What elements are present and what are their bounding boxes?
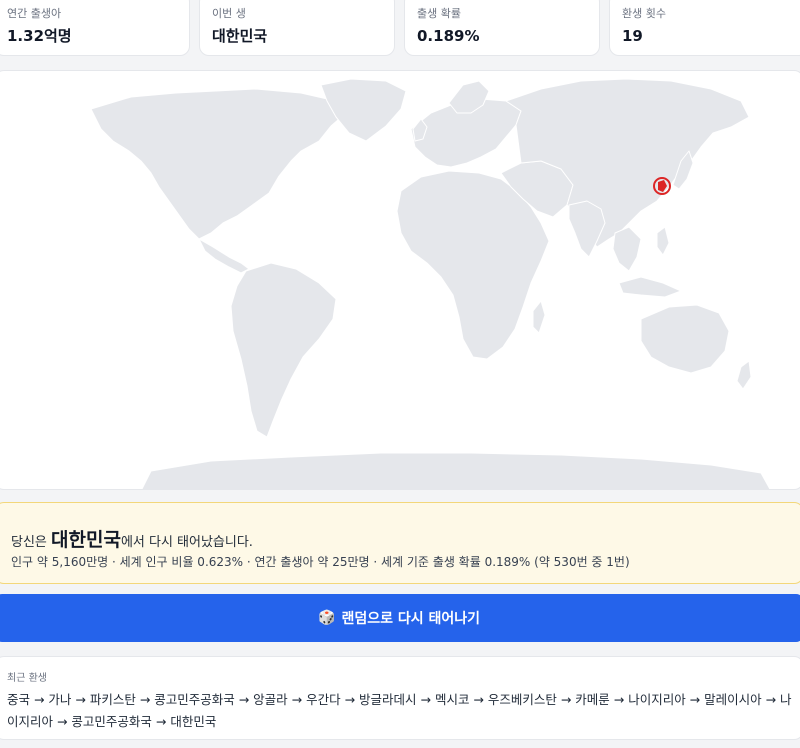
region-india xyxy=(568,200,606,258)
result-country: 대한민국 xyxy=(51,529,121,551)
history-title: 최근 환생 xyxy=(7,673,47,684)
stat-card-birth-probability: 출생 확률 0.189% xyxy=(404,0,600,56)
world-map-svg xyxy=(90,78,771,489)
region-southeast-asia xyxy=(612,226,642,272)
region-new-zealand xyxy=(736,360,752,390)
stat-card-annual-births: 연간 출생아 1.32억명 xyxy=(0,0,190,56)
history-path: 중국 → 가나 → 파키스탄 → 콩고민주공화국 → 앙골라 → 우간다 → 방… xyxy=(7,692,792,729)
stat-value: 0.189% xyxy=(417,27,480,45)
result-details: 인구 약 5,160만명 · 세계 인구 비율 0.623% · 연간 출생아 … xyxy=(11,555,630,569)
result-prefix: 당신은 xyxy=(11,535,52,550)
dice-icon: 🎲 xyxy=(318,610,336,626)
world-map[interactable] xyxy=(0,70,800,490)
stat-value: 대한민국 xyxy=(212,27,268,45)
reroll-button-label: 랜덤으로 다시 태어나기 xyxy=(341,611,480,627)
stat-value: 1.32억명 xyxy=(7,27,72,45)
result-panel: 당신은 대한민국에서 다시 태어났습니다. 인구 약 5,160만명 · 세계 … xyxy=(0,502,800,584)
stat-value: 19 xyxy=(622,27,643,45)
result-suffix: 에서 다시 태어났습니다. xyxy=(120,535,253,550)
stat-label: 환생 횟수 xyxy=(622,7,666,20)
stat-card-this-life: 이번 생 대한민국 xyxy=(199,0,395,56)
continent-north-america xyxy=(90,88,347,240)
result-headline: 당신은 대한민국에서 다시 태어났습니다. xyxy=(11,525,253,552)
reroll-button[interactable]: 🎲 랜덤으로 다시 태어나기 xyxy=(0,594,800,642)
continent-south-america xyxy=(230,262,337,438)
stat-label: 연간 출생아 xyxy=(7,7,62,20)
stat-label: 출생 확률 xyxy=(417,7,461,20)
stat-card-reincarnation-count: 환생 횟수 19 xyxy=(609,0,800,56)
continent-australia xyxy=(640,304,730,374)
history-panel: 최근 환생 중국 → 가나 → 파키스탄 → 콩고민주공화국 → 앙골라 → 우… xyxy=(0,656,800,740)
region-central-america xyxy=(198,238,250,274)
region-madagascar xyxy=(532,300,546,334)
continent-greenland xyxy=(320,78,407,142)
region-indonesia xyxy=(618,276,682,298)
stat-label: 이번 생 xyxy=(212,7,246,20)
continent-antarctica xyxy=(141,452,771,489)
region-philippines xyxy=(656,226,670,256)
